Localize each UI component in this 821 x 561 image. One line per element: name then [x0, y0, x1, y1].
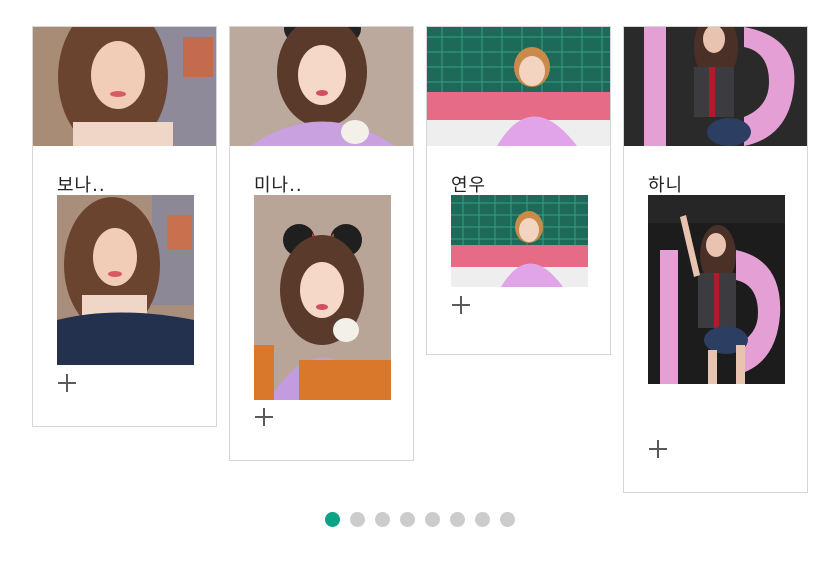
pagination-dot[interactable] — [375, 512, 390, 527]
profile-card[interactable]: 보나.. — [32, 26, 217, 427]
member-photo — [451, 195, 588, 287]
plus-icon[interactable] — [648, 439, 668, 459]
cover-photo — [33, 27, 216, 146]
pagination-dot[interactable] — [475, 512, 490, 527]
pagination-dot[interactable] — [450, 512, 465, 527]
card-name: 하니 — [648, 175, 684, 196]
pagination-dot[interactable] — [425, 512, 440, 527]
profile-card[interactable]: 하니 — [623, 26, 808, 493]
pagination-dot-active[interactable] — [325, 512, 340, 527]
member-photo — [648, 195, 785, 384]
pagination-dot[interactable] — [500, 512, 515, 527]
plus-icon[interactable] — [451, 295, 471, 315]
pagination-dot[interactable] — [400, 512, 415, 527]
cover-photo — [230, 27, 413, 146]
cover-photo — [624, 27, 807, 146]
profile-card[interactable]: 연우 — [426, 26, 611, 355]
plus-icon[interactable] — [254, 407, 274, 427]
cover-photo — [427, 27, 610, 146]
plus-icon[interactable] — [57, 373, 77, 393]
card-name: 연우 — [451, 175, 487, 196]
card-name: 미나.. — [254, 175, 303, 196]
carousel-pagination — [325, 512, 515, 527]
member-photo — [57, 195, 194, 365]
card-name: 보나.. — [57, 175, 106, 196]
pagination-dot[interactable] — [350, 512, 365, 527]
member-photo — [254, 195, 391, 400]
profile-card[interactable]: 미나.. — [229, 26, 414, 461]
